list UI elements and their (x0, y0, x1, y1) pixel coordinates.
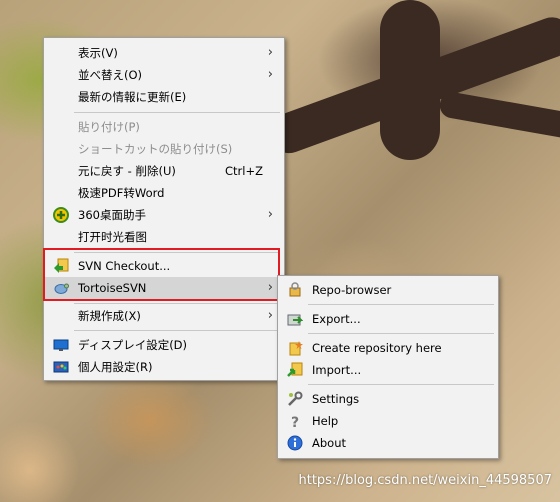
display-icon (53, 337, 69, 353)
menu-item-label: 元に戻す - 削除(U) (78, 164, 176, 178)
menu-separator (74, 303, 280, 304)
settings-icon (287, 391, 303, 407)
menu-item-display-settings[interactable]: ディスプレイ設定(D) (45, 334, 283, 356)
menu-item-label: About (312, 436, 347, 450)
watermark-text: https://blog.csdn.net/weixin_44598507 (298, 473, 552, 488)
about-icon (287, 435, 303, 451)
menu-item-label: 貼り付け(P) (78, 120, 140, 134)
chevron-right-icon: › (267, 45, 273, 60)
menu-item-new[interactable]: 新規作成(X) › (45, 305, 283, 327)
menu-item-shortcut: Ctrl+Z (225, 164, 263, 178)
menu-item-tortoisesvn[interactable]: TortoiseSVN › (45, 277, 283, 299)
export-icon (287, 311, 304, 327)
tortoisesvn-icon (53, 280, 69, 296)
menu-separator (74, 252, 280, 253)
menu-item-label: SVN Checkout... (78, 259, 171, 273)
menu-item-about[interactable]: About (279, 432, 497, 454)
menu-item-refresh[interactable]: 最新の情報に更新(E) (45, 86, 283, 108)
personalize-icon (53, 359, 69, 375)
import-icon (287, 362, 303, 378)
create-repo-icon (287, 340, 303, 356)
menu-item-paste[interactable]: 貼り付け(P) (45, 116, 283, 138)
menu-item-undo-delete[interactable]: 元に戻す - 削除(U) Ctrl+Z (45, 160, 283, 182)
chevron-right-icon: › (267, 280, 273, 295)
menu-item-paste-shortcut[interactable]: ショートカットの貼り付け(S) (45, 138, 283, 160)
menu-item-pdf-to-word[interactable]: 极速PDF转Word (45, 182, 283, 204)
desktop-context-menu: 表示(V) › 並べ替え(O) › 最新の情報に更新(E) 貼り付け(P) ショ… (43, 37, 285, 381)
menu-item-svn-checkout[interactable]: SVN Checkout... (45, 255, 283, 277)
menu-item-label: 最新の情報に更新(E) (78, 90, 187, 104)
tortoisesvn-submenu: Repo-browser Export... Create repository… (277, 275, 499, 459)
menu-item-view[interactable]: 表示(V) › (45, 42, 283, 64)
menu-item-label: Create repository here (312, 341, 442, 355)
menu-item-label: Export... (312, 312, 361, 326)
menu-item-label: Help (312, 414, 339, 428)
help-icon: ? (287, 413, 303, 431)
menu-item-label: TortoiseSVN (78, 281, 147, 295)
360-icon (53, 207, 69, 223)
menu-item-create-repository[interactable]: Create repository here (279, 337, 497, 359)
menu-item-open-photo-viewer[interactable]: 打开时光看图 (45, 226, 283, 248)
menu-separator (308, 304, 494, 305)
svg-text:?: ? (291, 415, 299, 429)
menu-separator (74, 330, 280, 331)
menu-item-label: ディスプレイ設定(D) (78, 338, 188, 352)
menu-item-label: ショートカットの貼り付け(S) (78, 142, 233, 156)
menu-item-export[interactable]: Export... (279, 308, 497, 330)
menu-item-import[interactable]: Import... (279, 359, 497, 381)
menu-item-settings[interactable]: Settings (279, 388, 497, 410)
menu-separator (308, 384, 494, 385)
menu-item-label: Settings (312, 392, 360, 406)
menu-item-label: Repo-browser (312, 283, 392, 297)
menu-item-label: 打开时光看图 (78, 230, 147, 244)
menu-item-360-assistant[interactable]: 360桌面助手 › (45, 204, 283, 226)
background-branch (437, 90, 560, 141)
menu-item-label: 新規作成(X) (78, 309, 141, 323)
svn-checkout-icon (53, 258, 69, 274)
chevron-right-icon: › (267, 308, 273, 323)
menu-item-label: 360桌面助手 (78, 208, 146, 222)
chevron-right-icon: › (267, 67, 273, 82)
chevron-right-icon: › (267, 207, 273, 222)
repo-browser-icon (287, 282, 303, 298)
menu-item-label: 极速PDF转Word (78, 186, 165, 200)
menu-item-label: 表示(V) (78, 46, 118, 60)
menu-item-label: 並べ替え(O) (78, 68, 143, 82)
menu-item-label: Import... (312, 363, 362, 377)
menu-item-personalize[interactable]: 個人用設定(R) (45, 356, 283, 378)
menu-item-sort[interactable]: 並べ替え(O) › (45, 64, 283, 86)
menu-item-repo-browser[interactable]: Repo-browser (279, 279, 497, 301)
background-branch (380, 0, 440, 160)
menu-item-label: 個人用設定(R) (78, 360, 153, 374)
menu-separator (308, 333, 494, 334)
menu-separator (74, 112, 280, 113)
menu-item-help[interactable]: ? Help (279, 410, 497, 432)
